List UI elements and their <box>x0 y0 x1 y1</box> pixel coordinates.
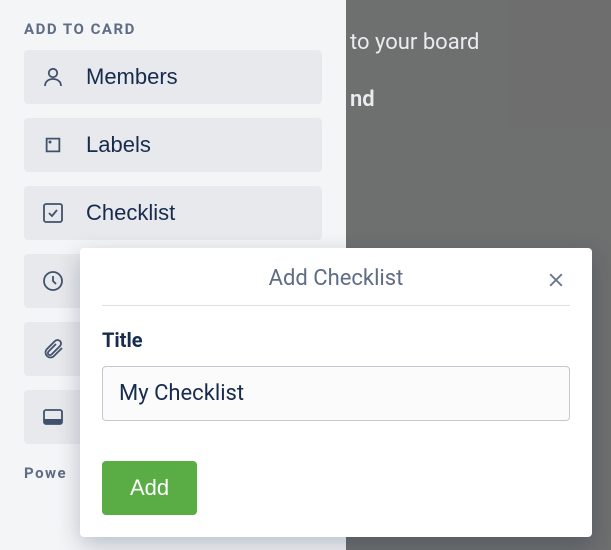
person-icon <box>40 64 66 90</box>
close-button[interactable] <box>542 266 570 297</box>
checklist-title-input[interactable] <box>102 366 570 421</box>
checklist-button[interactable]: Checklist <box>24 186 322 240</box>
sidebar-item-label: Checklist <box>86 200 175 226</box>
sidebar-item-label: Labels <box>86 132 151 158</box>
clock-icon <box>40 268 66 294</box>
add-button[interactable]: Add <box>102 461 197 515</box>
cover-icon <box>40 404 66 430</box>
add-checklist-popover: Add Checklist Title Add <box>80 248 592 537</box>
popover-header: Add Checklist <box>102 266 570 306</box>
background-text-1: to your board <box>350 30 479 55</box>
title-field-label: Title <box>102 328 570 352</box>
background-text-2: nd <box>350 87 375 112</box>
sidebar-section-title: Add to Card <box>24 20 322 38</box>
members-button[interactable]: Members <box>24 50 322 104</box>
close-icon <box>546 278 566 293</box>
paperclip-icon <box>40 336 66 362</box>
labels-button[interactable]: Labels <box>24 118 322 172</box>
tag-icon <box>40 132 66 158</box>
popover-title: Add Checklist <box>269 266 404 291</box>
checklist-icon <box>40 200 66 226</box>
sidebar-item-label: Members <box>86 64 178 90</box>
